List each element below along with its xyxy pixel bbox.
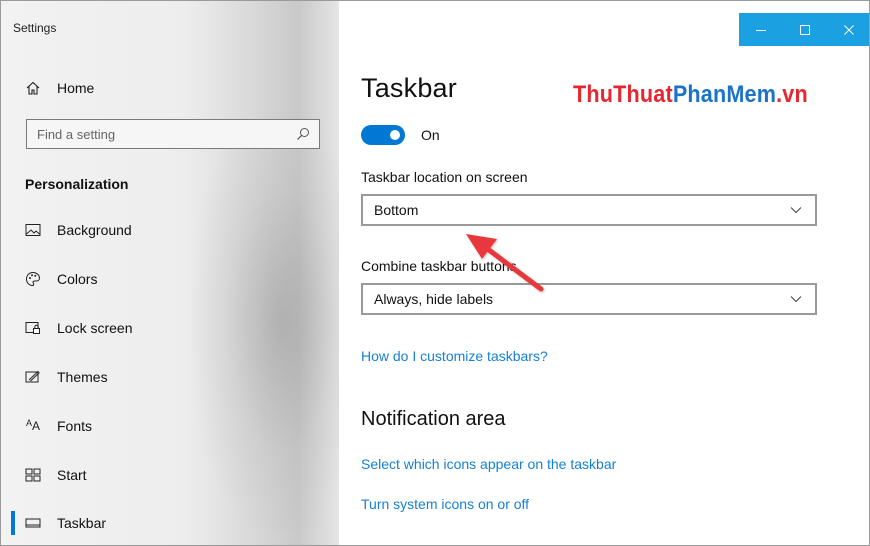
notification-area-title: Notification area [361, 408, 506, 430]
combine-dropdown-value: Always, hide labels [374, 291, 494, 307]
palette-icon [25, 271, 41, 287]
sidebar-item-taskbar[interactable]: Taskbar [1, 503, 339, 543]
taskbar-icon [25, 515, 41, 531]
select-icons-link[interactable]: Select which icons appear on the taskbar [361, 456, 616, 472]
app-title: Settings [13, 21, 57, 35]
active-indicator [11, 511, 15, 535]
search-icon[interactable] [295, 126, 311, 142]
sidebar-item-label: Fonts [57, 418, 93, 434]
sidebar: Settings Home Personalization Background [1, 1, 339, 545]
watermark-logo: ThuThuatPhanMem.vn [573, 81, 808, 108]
location-dropdown[interactable]: Bottom [361, 194, 817, 226]
location-label: Taskbar location on screen [361, 169, 528, 185]
home-icon [25, 80, 41, 96]
sidebar-item-label: Home [57, 80, 95, 96]
sidebar-item-home[interactable]: Home [1, 68, 339, 108]
search-input[interactable] [27, 120, 295, 148]
section-header: Personalization [25, 176, 129, 192]
themes-icon [25, 369, 41, 385]
toggle-state-label: On [421, 127, 440, 143]
sidebar-item-label: Start [57, 467, 87, 483]
customize-taskbars-link[interactable]: How do I customize taskbars? [361, 348, 548, 364]
sidebar-item-themes[interactable]: Themes [1, 357, 339, 397]
sidebar-item-start[interactable]: Start [1, 455, 339, 495]
sidebar-item-label: Taskbar [57, 515, 107, 531]
picture-icon [25, 222, 41, 238]
search-box [26, 119, 320, 149]
fonts-icon: AA [25, 418, 41, 433]
chevron-down-icon [789, 295, 803, 303]
chevron-down-icon [789, 206, 803, 214]
main-content: Taskbar ThuThuatPhanMem.vn On Taskbar lo… [339, 1, 869, 545]
start-icon [25, 467, 41, 483]
sidebar-item-fonts[interactable]: AA Fonts [1, 406, 339, 446]
sidebar-item-label: Background [57, 222, 132, 238]
sidebar-item-label: Colors [57, 271, 98, 287]
sidebar-item-lock-screen[interactable]: Lock screen [1, 308, 339, 348]
sidebar-item-colors[interactable]: Colors [1, 259, 339, 299]
toggle-knob [390, 130, 400, 140]
taskbar-toggle-switch[interactable] [361, 125, 405, 145]
sidebar-item-label: Lock screen [57, 320, 133, 336]
system-icons-link[interactable]: Turn system icons on or off [361, 496, 529, 512]
lock-screen-icon [25, 320, 41, 336]
combine-label: Combine taskbar buttons [361, 258, 517, 274]
location-dropdown-value: Bottom [374, 202, 419, 218]
settings-window: Settings Home Personalization Background [0, 0, 870, 546]
page-title: Taskbar [361, 73, 457, 103]
combine-dropdown[interactable]: Always, hide labels [361, 283, 817, 315]
sidebar-item-background[interactable]: Background [1, 210, 339, 250]
sidebar-item-label: Themes [57, 369, 108, 385]
